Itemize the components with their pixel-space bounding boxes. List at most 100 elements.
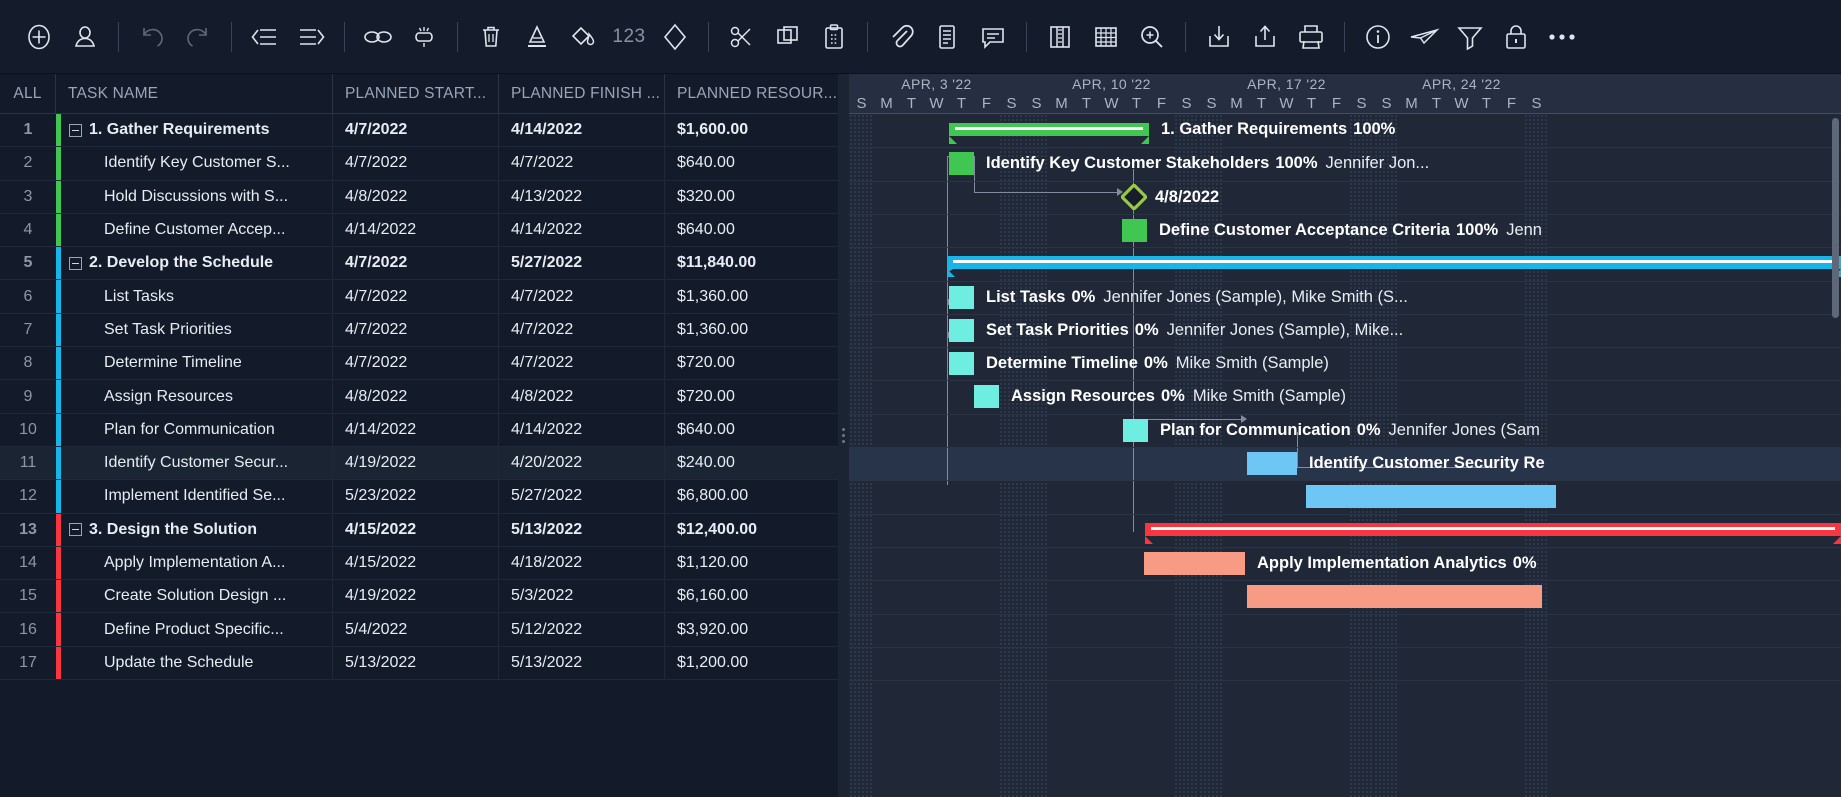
planned-start-cell[interactable]: 4/8/2022 <box>333 181 499 213</box>
gantt-task-bar[interactable] <box>1247 452 1297 475</box>
planned-start-cell[interactable]: 4/14/2022 <box>333 414 499 446</box>
row-number[interactable]: 7 <box>0 314 56 346</box>
planned-start-cell[interactable]: 4/7/2022 <box>333 114 499 146</box>
table-row[interactable]: 14Apply Implementation A...4/15/20224/18… <box>0 547 849 580</box>
row-number[interactable]: 8 <box>0 347 56 379</box>
table-row[interactable]: 2Identify Key Customer S...4/7/20224/7/2… <box>0 147 849 180</box>
planned-resource-cost-cell[interactable]: $640.00 <box>665 414 849 446</box>
link-icon[interactable] <box>355 14 401 60</box>
planned-finish-cell[interactable]: 5/13/2022 <box>499 647 665 679</box>
planned-finish-cell[interactable]: 5/12/2022 <box>499 613 665 645</box>
task-name-cell[interactable]: Define Product Specific... <box>56 613 333 645</box>
row-number[interactable]: 12 <box>0 480 56 512</box>
planned-resource-cost-cell[interactable]: $12,400.00 <box>665 514 849 546</box>
task-name-cell[interactable]: Identify Key Customer S... <box>56 147 333 179</box>
planned-finish-cell[interactable]: 4/14/2022 <box>499 414 665 446</box>
gantt-summary-bar[interactable] <box>1145 523 1841 536</box>
row-number[interactable]: 2 <box>0 147 56 179</box>
gantt-task-bar[interactable] <box>949 319 974 342</box>
row-number[interactable]: 5 <box>0 247 56 279</box>
task-name-cell[interactable]: Determine Timeline <box>56 347 333 379</box>
export-upload-icon[interactable] <box>1242 14 1288 60</box>
planned-resource-cost-cell[interactable]: $240.00 <box>665 447 849 479</box>
task-name-cell[interactable]: Hold Discussions with S... <box>56 181 333 213</box>
columns-layout-icon[interactable] <box>1037 14 1083 60</box>
gantt-milestone-diamond[interactable] <box>1121 184 1147 210</box>
row-number[interactable]: 3 <box>0 181 56 213</box>
collapse-expand-icon[interactable] <box>69 124 82 137</box>
task-name-cell[interactable]: Set Task Priorities <box>56 314 333 346</box>
planned-resource-cost-cell[interactable]: $11,840.00 <box>665 247 849 279</box>
row-number[interactable]: 15 <box>0 580 56 612</box>
indent-icon[interactable] <box>288 14 334 60</box>
row-number[interactable]: 9 <box>0 380 56 412</box>
task-name-cell[interactable]: Implement Identified Se... <box>56 480 333 512</box>
task-name-cell[interactable]: 2. Develop the Schedule <box>56 247 333 279</box>
milestone-diamond-icon[interactable] <box>652 14 698 60</box>
gantt-summary-bar[interactable] <box>947 256 1841 269</box>
gantt-task-bar[interactable] <box>1122 219 1147 242</box>
table-row[interactable]: 9Assign Resources4/8/20224/8/2022$720.00 <box>0 380 849 413</box>
planned-resource-cost-cell[interactable]: $1,200.00 <box>665 647 849 679</box>
task-name-cell[interactable]: Plan for Communication <box>56 414 333 446</box>
row-number[interactable]: 1 <box>0 114 56 146</box>
row-number[interactable]: 13 <box>0 514 56 546</box>
planned-resource-cost-cell[interactable]: $320.00 <box>665 181 849 213</box>
planned-start-cell[interactable]: 4/7/2022 <box>333 280 499 312</box>
gantt-summary-bar[interactable] <box>949 123 1149 136</box>
table-row[interactable]: 15Create Solution Design ...4/19/20225/3… <box>0 580 849 613</box>
import-download-icon[interactable] <box>1196 14 1242 60</box>
planned-finish-cell[interactable]: 4/7/2022 <box>499 314 665 346</box>
paste-clipboard-icon[interactable] <box>811 14 857 60</box>
planned-resource-cost-cell[interactable]: $6,160.00 <box>665 580 849 612</box>
add-row-icon[interactable] <box>16 14 62 60</box>
planned-finish-cell[interactable]: 5/27/2022 <box>499 480 665 512</box>
gantt-vertical-scrollbar[interactable] <box>1832 118 1839 318</box>
planned-finish-cell[interactable]: 4/13/2022 <box>499 181 665 213</box>
column-header-num[interactable]: ALL <box>0 74 56 114</box>
column-header-cost[interactable]: PLANNED RESOUR... <box>665 74 849 114</box>
planned-finish-cell[interactable]: 5/3/2022 <box>499 580 665 612</box>
planned-resource-cost-cell[interactable]: $640.00 <box>665 214 849 246</box>
gantt-task-bar[interactable] <box>1306 485 1556 508</box>
planned-start-cell[interactable]: 5/23/2022 <box>333 480 499 512</box>
planned-resource-cost-cell[interactable]: $6,800.00 <box>665 480 849 512</box>
row-number[interactable]: 17 <box>0 647 56 679</box>
planned-finish-cell[interactable]: 4/8/2022 <box>499 380 665 412</box>
gantt-task-bar[interactable] <box>1247 585 1542 608</box>
column-header-name[interactable]: TASK NAME <box>56 74 333 114</box>
table-row[interactable]: 10Plan for Communication4/14/20224/14/20… <box>0 414 849 447</box>
gantt-task-bar[interactable] <box>949 352 974 375</box>
outdent-icon[interactable] <box>242 14 288 60</box>
unlink-icon[interactable] <box>401 14 447 60</box>
row-number[interactable]: 6 <box>0 280 56 312</box>
table-row[interactable]: 17Update the Schedule5/13/20225/13/2022$… <box>0 647 849 680</box>
planned-resource-cost-cell[interactable]: $640.00 <box>665 147 849 179</box>
table-row[interactable]: 133. Design the Solution4/15/20225/13/20… <box>0 514 849 547</box>
table-row[interactable]: 3Hold Discussions with S...4/8/20224/13/… <box>0 181 849 214</box>
planned-start-cell[interactable]: 4/14/2022 <box>333 214 499 246</box>
planned-start-cell[interactable]: 4/8/2022 <box>333 380 499 412</box>
planned-finish-cell[interactable]: 4/20/2022 <box>499 447 665 479</box>
task-name-cell[interactable]: Define Customer Accep... <box>56 214 333 246</box>
collapse-expand-icon[interactable] <box>69 257 82 270</box>
attachment-paperclip-icon[interactable] <box>878 14 924 60</box>
table-row[interactable]: 6List Tasks4/7/20224/7/2022$1,360.00 <box>0 280 849 313</box>
planned-start-cell[interactable]: 4/19/2022 <box>333 447 499 479</box>
notes-document-icon[interactable] <box>924 14 970 60</box>
pane-splitter[interactable] <box>838 74 849 797</box>
table-row[interactable]: 8Determine Timeline4/7/20224/7/2022$720.… <box>0 347 849 380</box>
planned-finish-cell[interactable]: 4/18/2022 <box>499 547 665 579</box>
gantt-task-bar[interactable] <box>949 286 974 309</box>
table-row[interactable]: 16Define Product Specific...5/4/20225/12… <box>0 613 849 646</box>
planned-resource-cost-cell[interactable]: $1,360.00 <box>665 280 849 312</box>
column-header-start[interactable]: PLANNED START... <box>333 74 499 114</box>
planned-start-cell[interactable]: 4/15/2022 <box>333 547 499 579</box>
planned-finish-cell[interactable]: 5/27/2022 <box>499 247 665 279</box>
delete-trash-icon[interactable] <box>468 14 514 60</box>
planned-finish-cell[interactable]: 4/14/2022 <box>499 214 665 246</box>
collapse-expand-icon[interactable] <box>69 523 82 536</box>
number-format-icon[interactable]: 123 <box>606 14 652 60</box>
gantt-task-bar[interactable] <box>1144 552 1245 575</box>
info-icon[interactable] <box>1355 14 1401 60</box>
